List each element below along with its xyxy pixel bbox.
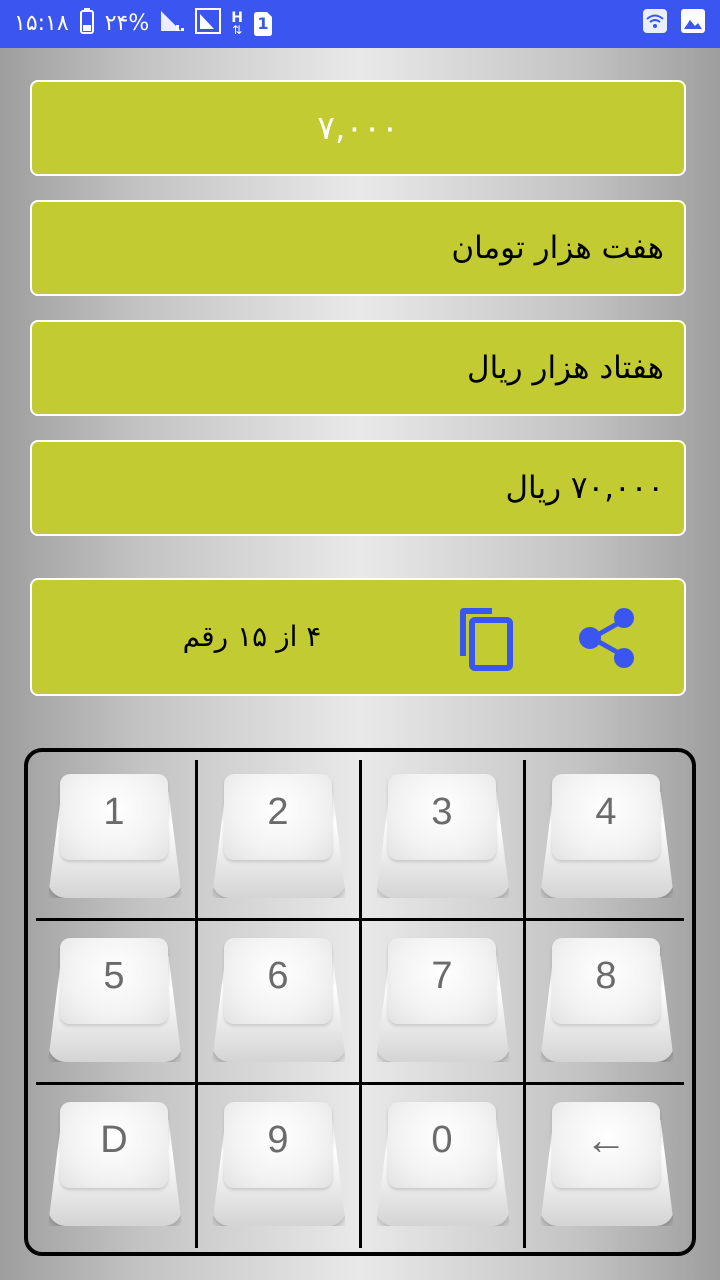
key-4[interactable]: 4 (540, 774, 674, 898)
rial-digits: ۷۰,۰۰۰ ریال (505, 470, 664, 506)
rial-digits-field: ۷۰,۰۰۰ ریال (30, 440, 686, 536)
network-type-icon: H ⇅ (231, 11, 243, 37)
wifi-icon (642, 8, 668, 40)
sim-icon: 1 (253, 11, 273, 37)
keypad: 1 2 3 4 5 6 7 8 D 9 0 ← (24, 748, 696, 1256)
signal-icon (159, 9, 185, 39)
copy-icon (460, 608, 513, 671)
action-bar: ۴ از ۱۵ رقم (30, 578, 686, 696)
key-2[interactable]: 2 (212, 774, 346, 898)
key-label: D (100, 1119, 128, 1161)
status-left: ۱۵:۱۸ ۲۴% H ⇅ 1 (14, 8, 273, 40)
keypad-divider (523, 760, 526, 1248)
key-label: 9 (267, 1119, 289, 1161)
key-label: 6 (267, 955, 289, 997)
share-icon (579, 608, 634, 668)
key-delete-all[interactable]: D (48, 1102, 182, 1226)
key-1[interactable]: 1 (48, 774, 182, 898)
key-label: 2 (267, 791, 289, 833)
key-7[interactable]: 7 (376, 938, 510, 1062)
share-button[interactable] (576, 606, 640, 670)
key-label: 7 (431, 955, 453, 997)
rial-words-field: هفتاد هزار ریال (30, 320, 686, 416)
key-label: 5 (103, 955, 125, 997)
key-label: 4 (595, 791, 617, 833)
battery-icon (79, 8, 95, 40)
battery-percent: ۲۴% (104, 11, 150, 36)
keypad-divider (36, 1082, 684, 1085)
key-5[interactable]: 5 (48, 938, 182, 1062)
key-label: 0 (431, 1119, 453, 1161)
digit-count: ۴ از ۱۵ رقم (182, 620, 322, 653)
copy-button[interactable] (452, 604, 520, 672)
status-right (642, 8, 706, 40)
key-9[interactable]: 9 (212, 1102, 346, 1226)
status-time: ۱۵:۱۸ (14, 11, 69, 36)
rial-words: هفتاد هزار ریال (467, 350, 664, 386)
toman-words-field: هفت هزار تومان (30, 200, 686, 296)
sim-slot: 1 (257, 14, 269, 33)
status-bar: ۱۵:۱۸ ۲۴% H ⇅ 1 (0, 0, 720, 48)
toman-words: هفت هزار تومان (451, 230, 664, 266)
keypad-divider (36, 918, 684, 921)
key-8[interactable]: 8 (540, 938, 674, 1062)
key-0[interactable]: 0 (376, 1102, 510, 1226)
key-backspace[interactable]: ← (540, 1102, 674, 1226)
keypad-divider (195, 760, 198, 1248)
signal-box-icon (195, 8, 222, 40)
data-arrows-icon: ⇅ (232, 23, 243, 37)
key-label: 8 (595, 955, 617, 997)
key-6[interactable]: 6 (212, 938, 346, 1062)
keypad-divider (359, 760, 362, 1248)
backspace-icon: ← (585, 1116, 627, 1163)
amount-field[interactable]: ۷,۰۰۰ (30, 80, 686, 176)
gallery-icon (680, 8, 706, 40)
key-label: 1 (103, 791, 125, 833)
amount-digits: ۷,۰۰۰ (317, 108, 399, 147)
key-3[interactable]: 3 (376, 774, 510, 898)
key-label: 3 (431, 791, 453, 833)
